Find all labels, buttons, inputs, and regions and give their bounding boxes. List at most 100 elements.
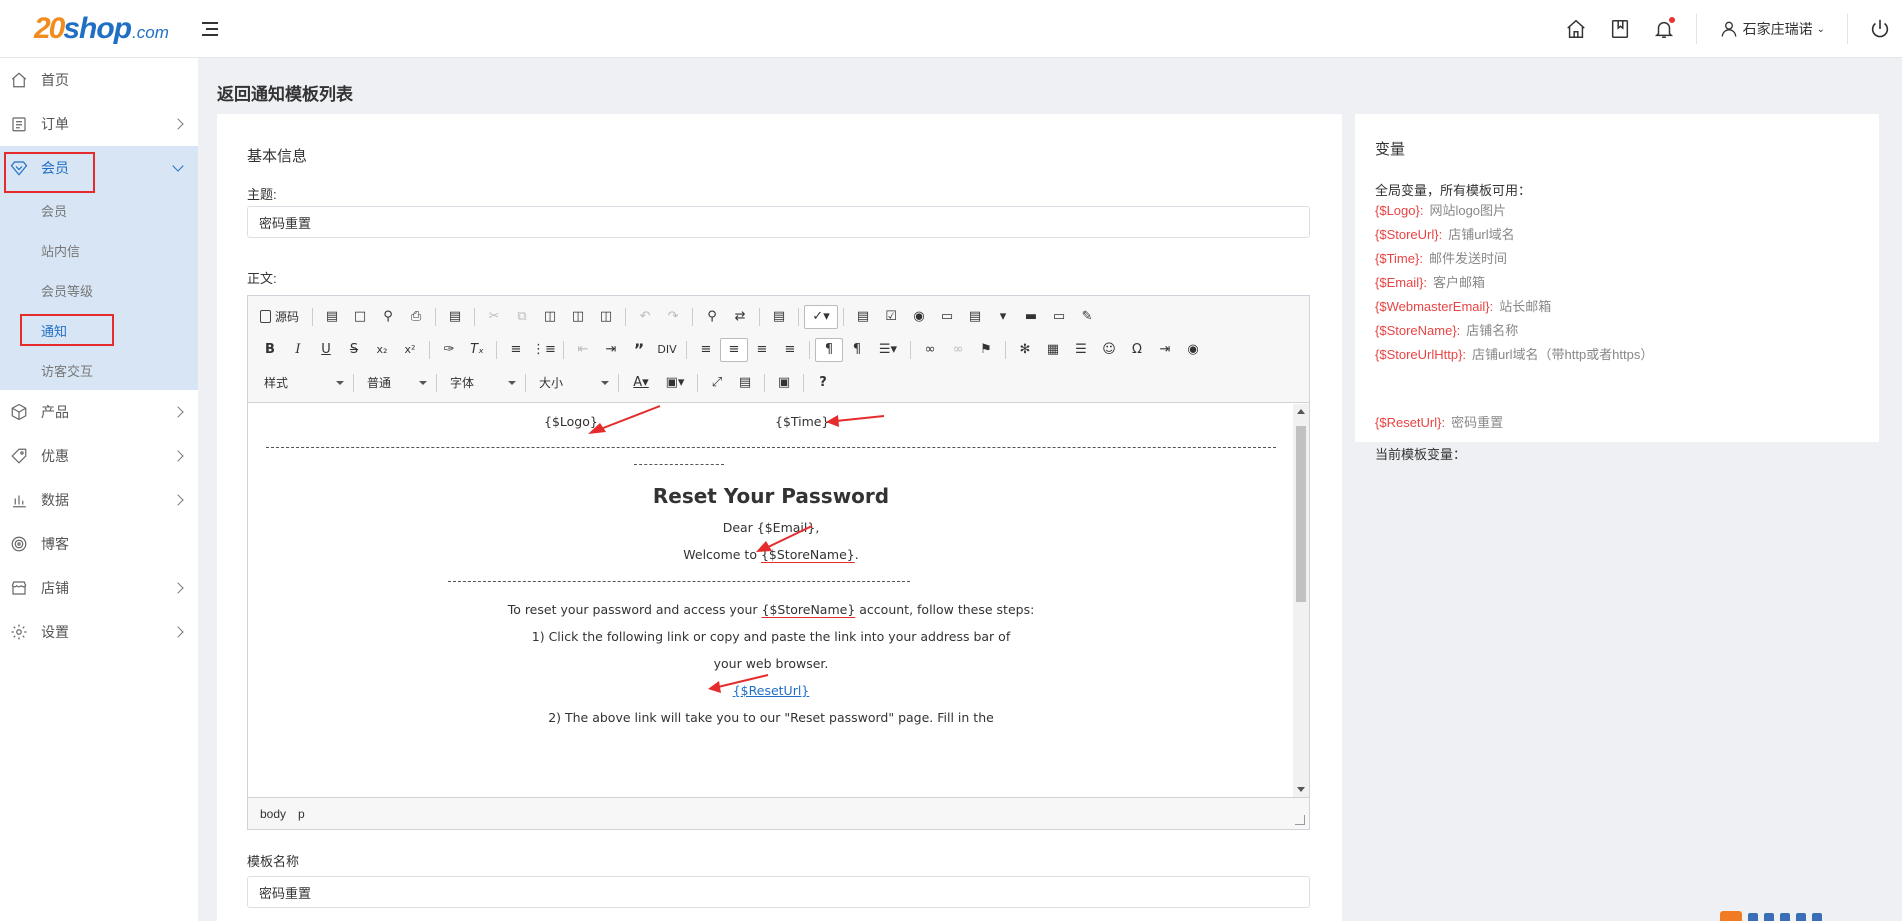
text-color-icon[interactable]: A▾ (624, 371, 658, 395)
link-icon[interactable]: ∞ (916, 338, 944, 362)
home-icon[interactable] (1554, 0, 1598, 58)
strikethrough-icon[interactable]: S (340, 338, 368, 362)
language-icon[interactable]: ☰▾ (871, 338, 905, 362)
select-all-icon[interactable]: ▤ (765, 305, 793, 329)
save-icon[interactable]: ▤ (318, 305, 346, 329)
outdent-icon[interactable]: ⇤ (569, 338, 597, 362)
styles-select[interactable]: 样式 (256, 372, 348, 394)
image-button-icon[interactable]: ▭ (1045, 305, 1073, 329)
menu-toggle-icon[interactable] (198, 17, 222, 41)
template-name-input[interactable]: 密码重置 (247, 876, 1310, 908)
scroll-down-icon[interactable] (1297, 787, 1305, 792)
sidebar-item-settings[interactable]: 设置 (0, 610, 198, 654)
font-select[interactable]: 字体 (442, 372, 520, 394)
variable-key: {$ResetUrl}: (1375, 415, 1446, 430)
sidebar-item-products[interactable]: 产品 (0, 390, 198, 434)
textarea-icon[interactable]: ▤ (961, 305, 989, 329)
spellcheck-icon[interactable]: ✓▾ (804, 304, 839, 329)
background-color-icon[interactable]: ▣▾ (658, 371, 692, 395)
logo[interactable]: 20 shop .com (0, 0, 198, 58)
copy-icon[interactable]: ⧉ (508, 305, 536, 329)
maximize-icon[interactable]: ⤢ (703, 371, 731, 395)
numbered-list-icon[interactable]: ≡ (502, 338, 530, 362)
bold-icon[interactable]: B (256, 338, 284, 362)
print-icon[interactable]: ⎙ (402, 305, 430, 329)
textfield-icon[interactable]: ▭ (933, 305, 961, 329)
radio-icon[interactable]: ◉ (905, 305, 933, 329)
align-justify-icon[interactable]: ≡ (776, 338, 804, 362)
submenu-item-visitor-interaction[interactable]: 访客交互 (0, 350, 198, 390)
smiley-icon[interactable]: ☺ (1095, 338, 1123, 362)
sidebar-item-blog[interactable]: 博客 (0, 522, 198, 566)
copy-format-icon[interactable]: ✑ (435, 338, 463, 362)
new-page-icon[interactable]: □ (346, 305, 374, 329)
editor-content[interactable]: {$Logo} {$Time} Reset Your Password Dear… (248, 404, 1294, 797)
blockquote-icon[interactable]: ” (625, 338, 653, 362)
user-menu[interactable]: 石家庄瑞诺 ⌄ (1707, 19, 1837, 39)
find-icon[interactable]: ⚲ (698, 305, 726, 329)
show-blocks-icon[interactable]: ▤ (731, 371, 759, 395)
rtl-icon[interactable]: ¶ (843, 338, 871, 362)
power-icon[interactable] (1858, 0, 1902, 58)
sidebar-item-home[interactable]: 首页 (0, 58, 198, 102)
flash-icon[interactable]: ✻ (1011, 338, 1039, 362)
size-select[interactable]: 大小 (531, 372, 613, 394)
table-icon[interactable]: ▦ (1039, 338, 1067, 362)
sidebar-item-data[interactable]: 数据 (0, 478, 198, 522)
superscript-icon[interactable]: x² (396, 338, 424, 362)
submenu-item-messages[interactable]: 站内信 (0, 230, 198, 270)
preview-icon[interactable]: ⚲ (374, 305, 402, 329)
iframe-globe-icon[interactable]: ◉ (1179, 338, 1207, 362)
status-path-p[interactable]: p (298, 807, 305, 821)
sidebar-item-store[interactable]: 店铺 (0, 566, 198, 610)
status-path-body[interactable]: body (260, 807, 286, 821)
paste-word-icon[interactable]: ◫ (592, 305, 620, 329)
horizontal-line-icon[interactable]: ☰ (1067, 338, 1095, 362)
anchor-flag-icon[interactable]: ⚑ (972, 338, 1000, 362)
scroll-up-icon[interactable] (1297, 409, 1305, 414)
page-break-icon[interactable]: ⇥ (1151, 338, 1179, 362)
align-center-icon[interactable]: ≡ (720, 337, 748, 362)
undo-icon[interactable]: ↶ (631, 305, 659, 329)
editor-scrollbar[interactable] (1293, 404, 1309, 797)
back-to-template-list-link[interactable]: 返回通知模板列表 (217, 80, 353, 105)
subscript-icon[interactable]: x₂ (368, 338, 396, 362)
bookmark-icon[interactable] (1598, 0, 1642, 58)
cut-icon[interactable]: ✂ (480, 305, 508, 329)
unlink-icon[interactable]: ∞ (944, 338, 972, 362)
format-select[interactable]: 普通 (359, 372, 431, 394)
paste-icon[interactable]: ◫ (536, 305, 564, 329)
scrollbar-thumb[interactable] (1296, 426, 1306, 602)
select-field-icon[interactable]: ▾ (989, 305, 1017, 329)
special-char-icon[interactable]: Ω (1123, 338, 1151, 362)
sidebar-item-orders[interactable]: 订单 (0, 102, 198, 146)
hidden-field-icon[interactable]: ✎ (1073, 305, 1101, 329)
remove-format-icon[interactable]: Tₓ (463, 338, 491, 362)
submenu-item-members[interactable]: 会员 (0, 190, 198, 230)
bell-icon[interactable] (1642, 0, 1686, 58)
source-button[interactable]: 源码 (256, 308, 307, 325)
ltr-icon[interactable]: ¶ (815, 337, 843, 362)
corner-widget[interactable] (1712, 907, 1902, 921)
checkbox-icon[interactable]: ☑ (877, 305, 905, 329)
italic-icon[interactable]: I (284, 338, 312, 362)
sidebar-item-coupons[interactable]: 优惠 (0, 434, 198, 478)
variable-description: 店铺url域名（带http或者https） (1472, 347, 1654, 362)
align-left-icon[interactable]: ≡ (692, 338, 720, 362)
templates-icon[interactable]: ▤ (441, 305, 469, 329)
button-field-icon[interactable]: ▬ (1017, 305, 1045, 329)
replace-icon[interactable]: ⇄ (726, 305, 754, 329)
paste-text-icon[interactable]: ◫ (564, 305, 592, 329)
form-icon[interactable]: ▤ (849, 305, 877, 329)
resize-handle-icon[interactable] (1295, 815, 1305, 825)
subject-input[interactable]: 密码重置 (247, 206, 1310, 238)
image-icon[interactable]: ▣ (770, 371, 798, 395)
submenu-item-member-levels[interactable]: 会员等级 (0, 270, 198, 310)
underline-icon[interactable]: U (312, 338, 340, 362)
div-container-icon[interactable]: DIV (653, 338, 681, 362)
redo-icon[interactable]: ↷ (659, 305, 687, 329)
bulleted-list-icon[interactable]: ⋮≡ (530, 338, 558, 362)
help-icon[interactable]: ? (809, 371, 837, 395)
indent-icon[interactable]: ⇥ (597, 338, 625, 362)
align-right-icon[interactable]: ≡ (748, 338, 776, 362)
